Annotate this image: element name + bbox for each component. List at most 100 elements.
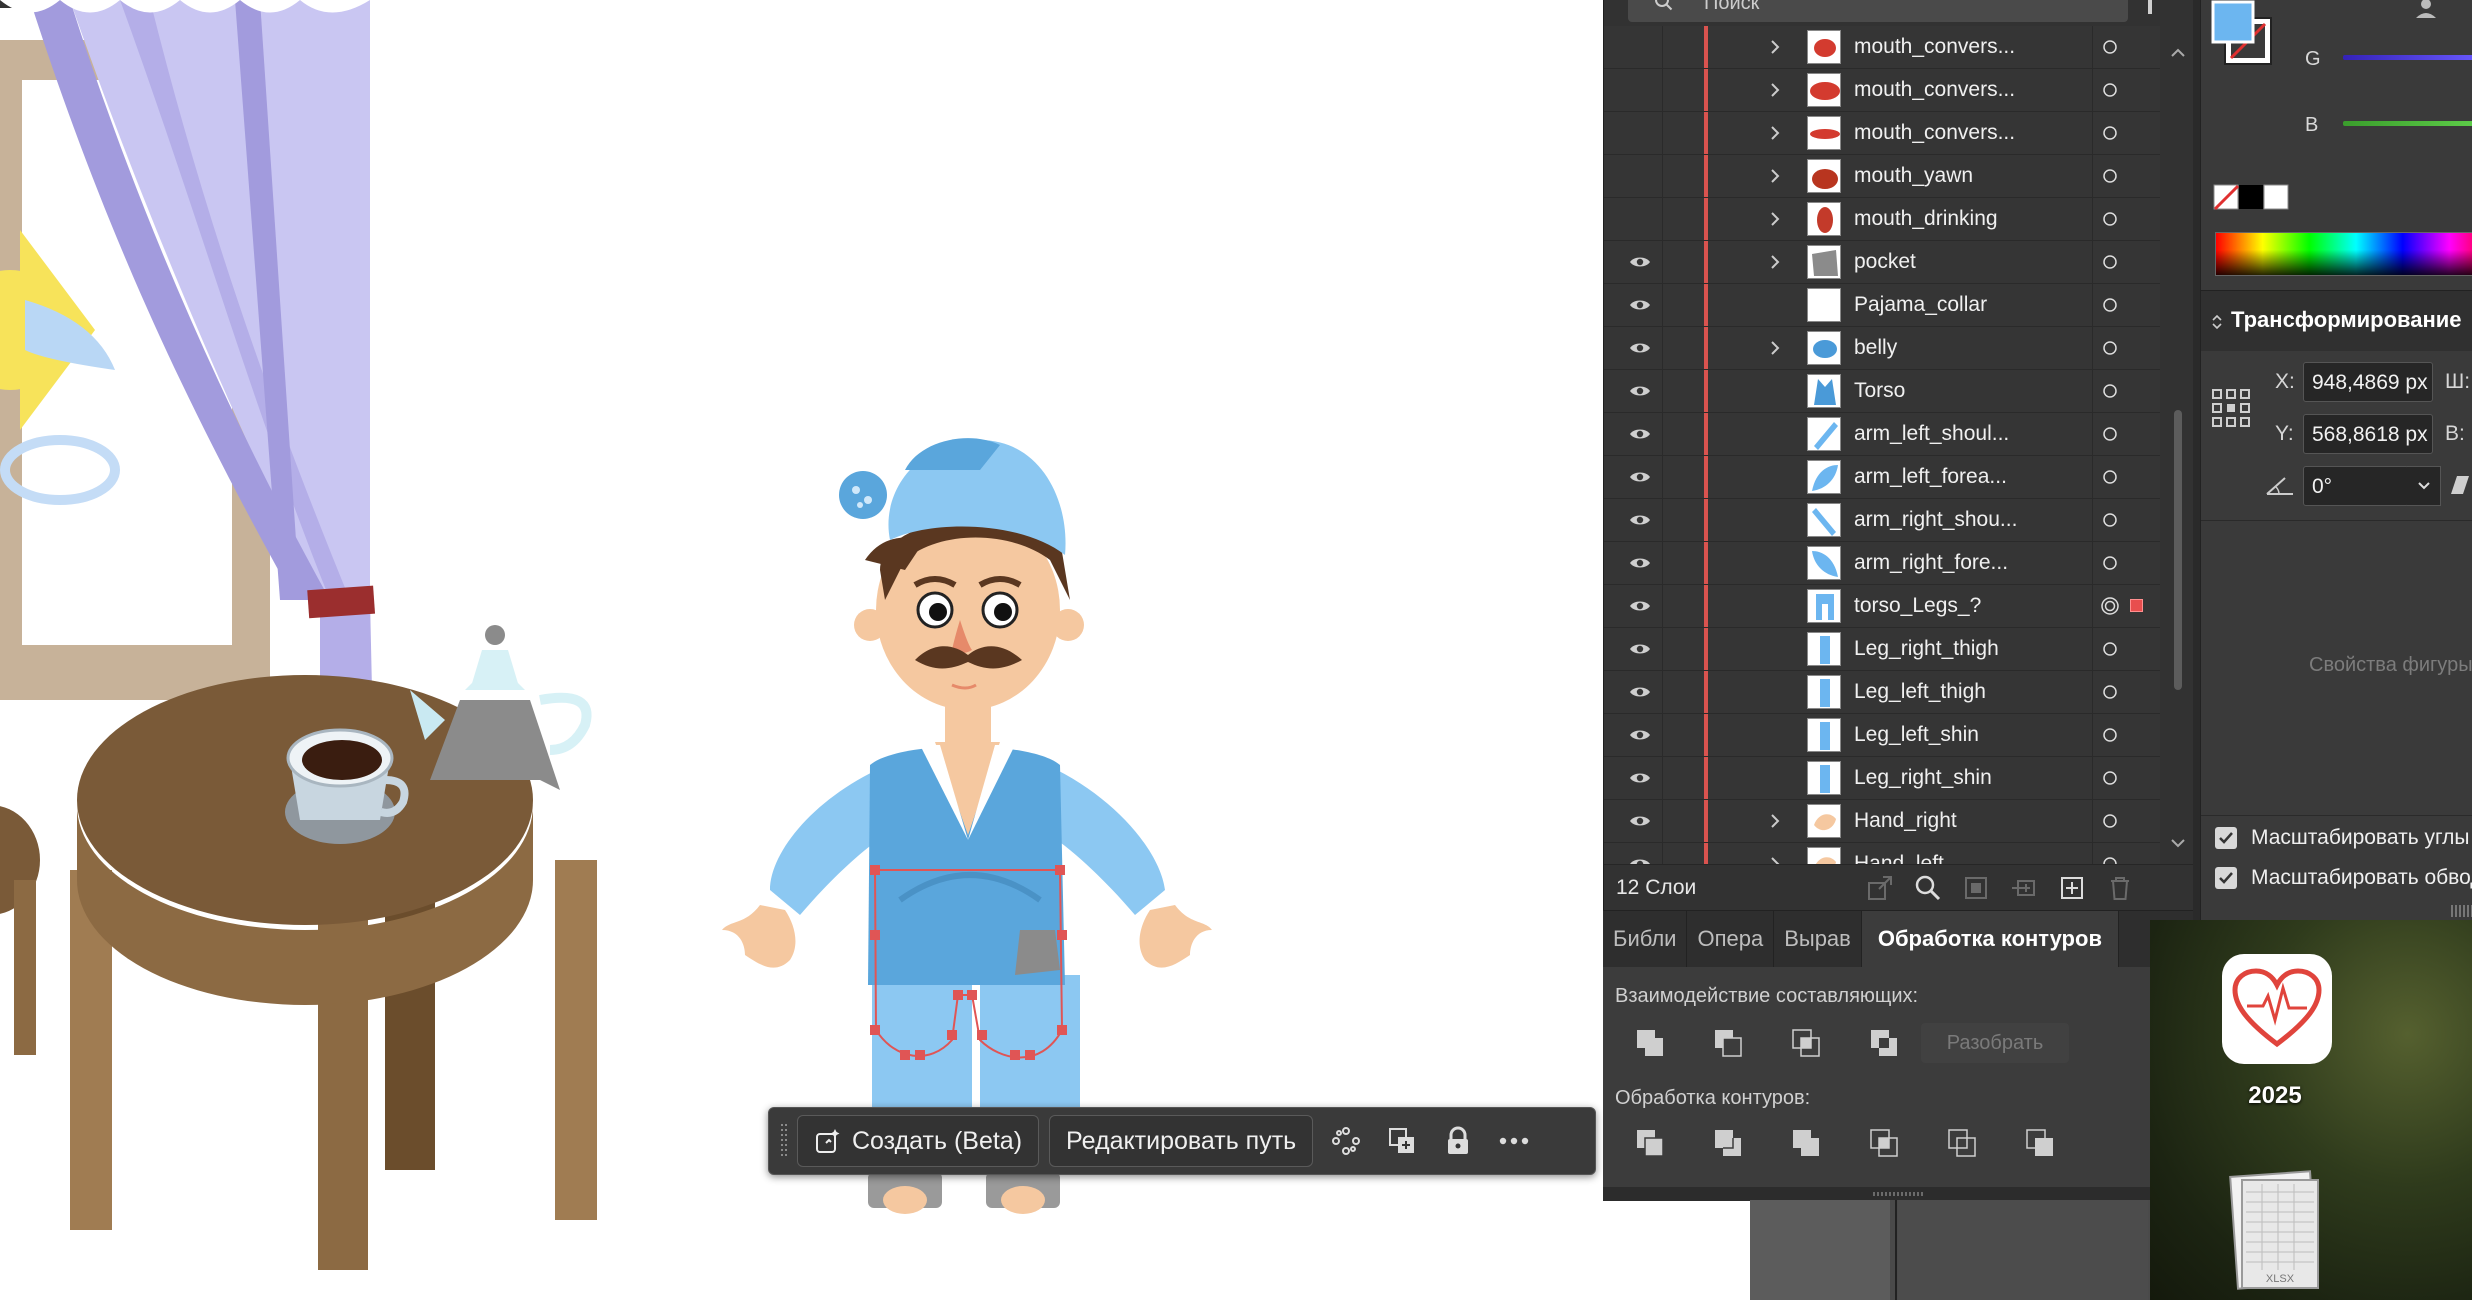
scale-strokes-checkbox[interactable]: Масштабировать обводку [2215,866,2472,890]
expand-arrow-icon[interactable] [1760,327,1790,369]
locate-object-icon[interactable] [1904,868,1952,908]
panel-resize-handle[interactable] [1603,1187,2193,1201]
target-circle-icon[interactable] [2092,327,2127,369]
layer-row[interactable]: arm_left_shoul... [1604,413,2160,456]
expand-arrow-icon[interactable] [1760,800,1790,842]
expand-arrow-icon[interactable] [1760,241,1790,283]
visibility-eye-icon[interactable] [1618,628,1662,670]
crop-icon[interactable] [1845,1119,1923,1167]
target-circle-icon[interactable] [2092,542,2127,584]
new-layer-icon[interactable] [2048,868,2096,908]
fill-stroke-swatch-icon[interactable] [2211,0,2281,70]
trim-icon[interactable] [1689,1119,1767,1167]
target-circle-icon[interactable] [2092,456,2127,498]
health-app-icon[interactable] [2222,954,2332,1064]
visibility-eye-icon[interactable] [1618,413,1662,455]
expand-arrow-icon[interactable] [1760,26,1790,68]
reference-point-icon[interactable] [2211,388,2251,428]
visibility-eye-icon[interactable] [1618,284,1662,326]
target-circle-icon[interactable] [2092,800,2127,842]
channel-g-slider[interactable] [2343,55,2472,60]
layer-row[interactable]: mouth_yawn [1604,155,2160,198]
visibility-eye-icon[interactable] [1618,241,1662,283]
drag-handle-icon[interactable] [781,1124,787,1158]
y-position-field[interactable]: 568,8618 px [2303,414,2433,454]
lock-toggle[interactable] [1662,800,1707,842]
layer-row[interactable]: Leg_right_thigh [1604,628,2160,671]
edit-path-button[interactable]: Редактировать путь [1049,1115,1314,1167]
expand-arrow-icon[interactable] [1760,155,1790,197]
clipping-mask-icon[interactable] [1952,868,2000,908]
layer-row[interactable]: pocket [1604,241,2160,284]
intersect-icon[interactable] [1767,1019,1845,1067]
lock-toggle[interactable] [1662,370,1707,412]
target-circle-icon[interactable] [2092,155,2127,197]
lock-toggle[interactable] [1662,112,1707,154]
lock-toggle[interactable] [1662,69,1707,111]
layer-row[interactable]: arm_right_fore... [1604,542,2160,585]
rotate-dropdown[interactable] [2407,466,2441,506]
layers-scrollbar[interactable] [2162,30,2194,870]
artboard-canvas[interactable]: Создать (Beta) Редактировать путь [0,0,1603,1300]
visibility-eye-icon[interactable] [1618,499,1662,541]
expand-arrow-icon[interactable] [1760,69,1790,111]
tab-align[interactable]: Вырав [1774,911,1862,967]
target-circle-icon[interactable] [2092,198,2127,240]
layer-row[interactable]: mouth_convers... [1604,69,2160,112]
lock-toggle[interactable] [1662,671,1707,713]
channel-b-slider[interactable] [2343,121,2472,126]
selection-indicator[interactable] [2130,599,2143,612]
target-circle-icon[interactable] [2092,499,2127,541]
rotate-field[interactable]: 0° [2303,466,2409,506]
expand-arrow-icon[interactable] [1760,112,1790,154]
minus-front-icon[interactable] [1689,1019,1767,1067]
visibility-eye-icon[interactable] [1618,542,1662,584]
target-circle-icon[interactable] [2092,284,2127,326]
visibility-eye-icon[interactable] [1618,757,1662,799]
lock-toggle[interactable] [1662,456,1707,498]
target-circle-icon[interactable] [2092,241,2127,283]
layer-row[interactable]: Torso [1604,370,2160,413]
merge-icon[interactable] [1767,1119,1845,1167]
layer-row[interactable]: torso_Legs_? [1604,585,2160,628]
lock-toggle[interactable] [1662,542,1707,584]
target-circle-icon[interactable] [2092,112,2127,154]
lock-toggle[interactable] [1662,284,1707,326]
layer-row[interactable]: arm_right_shou... [1604,499,2160,542]
lock-toggle[interactable] [1662,413,1707,455]
lock-toggle[interactable] [1662,26,1707,68]
scale-corners-checkbox[interactable]: Масштабировать углы [2215,826,2470,850]
lock-toggle[interactable] [1662,585,1707,627]
generate-beta-button[interactable]: Создать (Beta) [797,1115,1040,1167]
target-circle-icon[interactable] [2092,671,2127,713]
simplify-path-icon[interactable] [1323,1118,1369,1164]
lock-icon[interactable] [1435,1118,1481,1164]
target-circle-icon[interactable] [2092,69,2127,111]
target-circle-icon[interactable] [2092,26,2127,68]
lock-toggle[interactable] [1662,757,1707,799]
lock-toggle[interactable] [1662,628,1707,670]
layer-row[interactable]: Hand_right [1604,800,2160,843]
lock-toggle[interactable] [1662,327,1707,369]
delete-layer-icon[interactable] [2096,868,2144,908]
layers-search-field[interactable]: Поиск [1628,0,2128,22]
layer-row[interactable]: Pajama_collar [1604,284,2160,327]
layer-row[interactable]: mouth_drinking [1604,198,2160,241]
target-circle-icon[interactable] [2092,714,2127,756]
lock-toggle[interactable] [1662,499,1707,541]
layer-row[interactable]: mouth_convers... [1604,112,2160,155]
lock-toggle[interactable] [1662,241,1707,283]
layer-row[interactable]: mouth_convers... [1604,26,2160,69]
layer-row[interactable]: Leg_left_shin [1604,714,2160,757]
resize-grip[interactable] [2451,905,2472,917]
duplicate-icon[interactable] [1379,1118,1425,1164]
expand-button[interactable]: Разобрать [1921,1023,2069,1063]
minus-back-icon[interactable] [2001,1119,2079,1167]
more-options-icon[interactable] [1491,1118,1537,1164]
target-circle-icon[interactable] [2092,413,2127,455]
shear-icon[interactable] [2447,474,2471,496]
visibility-eye-icon[interactable] [1618,327,1662,369]
visibility-eye-icon[interactable] [1618,585,1662,627]
lock-toggle[interactable] [1662,198,1707,240]
target-circle-icon[interactable] [2092,628,2127,670]
